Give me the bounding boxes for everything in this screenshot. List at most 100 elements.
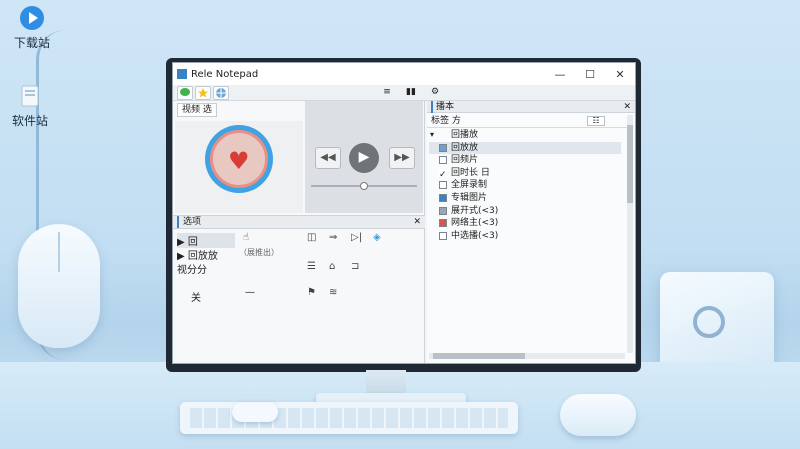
title-bar: Rele Notepad — ☐ ✕ — [173, 63, 635, 85]
maximize-button[interactable]: ☐ — [575, 68, 605, 81]
tree-item[interactable]: 全屏录制 — [429, 179, 621, 192]
desktop-icon-label: 软件站 — [11, 114, 48, 128]
window-title: Rele Notepad — [191, 68, 259, 80]
tree-item-label: 中选播(<3) — [451, 230, 499, 241]
scrollbar-thumb[interactable] — [433, 353, 525, 359]
tree-item[interactable]: 网络主(<3) — [429, 217, 621, 230]
player-controls: ◀◀ ▶ ▶▶ — [305, 101, 423, 213]
globe-button[interactable] — [213, 86, 229, 100]
sidebar-filter: 标签 方 ☷ — [427, 115, 627, 128]
bracket-icon[interactable]: ⊐ — [351, 261, 359, 272]
player-tab[interactable]: 视频 选 — [177, 103, 217, 117]
tree-item[interactable]: ✓ 回时长 日 — [429, 167, 621, 180]
tree-item-label: 专辑图片 — [451, 192, 488, 203]
hand-cursor-icon[interactable]: ☝ — [243, 232, 249, 243]
tree-item[interactable]: 展开式(<3) — [429, 205, 621, 218]
slider-thumb[interactable] — [359, 182, 368, 190]
sidebar-close-button[interactable]: ✕ — [623, 101, 631, 113]
previous-button[interactable]: ◀◀ — [315, 147, 341, 169]
item-checkbox[interactable] — [439, 231, 447, 240]
player-art-area: ♥ — [175, 121, 303, 213]
desk-mouse-small — [232, 402, 278, 422]
tag-icon[interactable]: ⌂ — [329, 261, 335, 272]
app-icon — [177, 69, 187, 79]
keyboard — [180, 402, 518, 434]
speaker-knob — [693, 306, 725, 338]
left-pane: 视频 选 ♥ ◀◀ ▶ ▶▶ 选项 ✕ ▶ 回 ▶ 回放放 （展推出） 视分分 … — [173, 101, 425, 363]
wave-icon[interactable]: ≋ — [329, 287, 337, 298]
tree-item-label: 回时长 日 — [451, 167, 490, 178]
horizontal-scrollbar[interactable] — [429, 353, 625, 359]
filter-label: 标签 方 — [431, 116, 461, 126]
desktop-icon-download[interactable]: 下载站 — [2, 4, 62, 51]
item-checkbox[interactable] — [439, 206, 447, 215]
tree-header-label: 回播放 — [451, 130, 479, 140]
desk-mouse-large — [18, 224, 100, 348]
lines-icon[interactable]: ☰ — [307, 261, 316, 272]
tree-item-label: 网络主(<3) — [451, 218, 499, 229]
globe-icon — [216, 88, 226, 98]
tree-item[interactable]: 回放放 — [429, 141, 621, 155]
favorite-button-inner: ♥ — [210, 130, 268, 188]
software-app-icon — [16, 82, 44, 110]
options-header: 选项 ✕ — [173, 215, 425, 229]
tree-item-label: 回频片 — [451, 155, 479, 166]
filter-options-button[interactable]: ☷ — [587, 116, 605, 126]
right-pane: 播本 ✕ 标签 方 ☷ ▾ 回播放 回放放 回频片 ✓ 回时长 日 全屏录制 专辑… — [427, 101, 635, 363]
sidebar-tree: ▾ 回播放 回放放 回频片 ✓ 回时长 日 全屏录制 专辑图片 展开式(<3) 网… — [429, 129, 621, 242]
toolbar: ≡ ▮▮ ⚙ — [173, 85, 635, 101]
sidebar-header: 播本 ✕ — [427, 101, 635, 113]
close-button[interactable]: ✕ — [605, 68, 635, 81]
chat-bubble-icon — [180, 88, 190, 96]
option-row[interactable]: ▶ 回 — [177, 233, 235, 248]
cube-icon[interactable]: ◈ — [373, 232, 381, 243]
item-checkbox[interactable] — [439, 219, 447, 228]
item-checkbox[interactable] — [439, 193, 447, 202]
expand-icon[interactable]: ▾ — [430, 129, 434, 141]
columns-button[interactable]: ▮▮ — [403, 86, 419, 100]
desk-speaker — [660, 272, 774, 376]
next-button[interactable]: ▶▶ — [389, 147, 415, 169]
option-row-extra: （展推出） — [239, 248, 279, 257]
arrow-right-icon[interactable]: ⇒ — [329, 232, 337, 243]
progress-slider[interactable] — [311, 182, 417, 190]
item-checkbox[interactable] — [439, 143, 447, 152]
item-checkbox[interactable] — [439, 181, 447, 190]
heart-icon: ♥ — [228, 147, 250, 175]
settings-button[interactable]: ⚙ — [427, 86, 443, 100]
tree-root[interactable]: ▾ 回播放 — [429, 129, 621, 142]
star-button[interactable] — [195, 86, 211, 100]
option-row[interactable]: 视分分 — [177, 261, 207, 276]
tree-item[interactable]: 中选播(<3) — [429, 230, 621, 243]
panel-icon[interactable]: ◫ — [307, 232, 316, 243]
tree-item-label: 回放放 — [451, 142, 479, 153]
minimize-button[interactable]: — — [545, 68, 575, 81]
green-bubble-button[interactable] — [177, 86, 193, 100]
download-app-icon — [18, 4, 46, 32]
sidebar-title: 播本 — [431, 101, 454, 113]
skip-icon[interactable]: ▷| — [351, 232, 362, 243]
flag-icon[interactable]: ⚑ — [307, 287, 316, 298]
desktop-icon-label: 下载站 — [13, 36, 50, 50]
scrollbar-thumb[interactable] — [627, 125, 633, 203]
option-row[interactable]: 关 — [191, 289, 201, 304]
desk-mouse-right — [560, 394, 636, 436]
option-row-extra: — — [245, 287, 255, 298]
tree-item-label: 展开式(<3) — [451, 205, 499, 216]
vertical-scrollbar[interactable] — [627, 115, 633, 353]
desktop-icon-software[interactable]: 软件站 — [0, 82, 60, 129]
options-tab[interactable]: 选项 — [177, 216, 205, 228]
tree-item-label: 全屏录制 — [451, 180, 488, 191]
item-checkbox[interactable] — [439, 156, 447, 165]
menu-button[interactable]: ≡ — [379, 86, 395, 100]
app-window: Rele Notepad — ☐ ✕ ≡ ▮▮ ⚙ 视频 选 ♥ ◀◀ ▶ ▶▶… — [172, 62, 636, 364]
play-button[interactable]: ▶ — [349, 143, 379, 173]
star-icon — [198, 88, 208, 98]
option-row[interactable]: ▶ 回放放 — [177, 247, 218, 262]
options-close-button[interactable]: ✕ — [413, 216, 421, 228]
desktop: 下载站 软件站 Rele Notepad — ☐ ✕ ≡ ▮▮ ⚙ 视频 选 ♥… — [0, 0, 800, 449]
tree-item[interactable]: 回频片 — [429, 154, 621, 167]
item-checkbox[interactable]: ✓ — [439, 168, 447, 180]
tree-item[interactable]: 专辑图片 — [429, 192, 621, 205]
favorite-button[interactable]: ♥ — [205, 125, 273, 193]
